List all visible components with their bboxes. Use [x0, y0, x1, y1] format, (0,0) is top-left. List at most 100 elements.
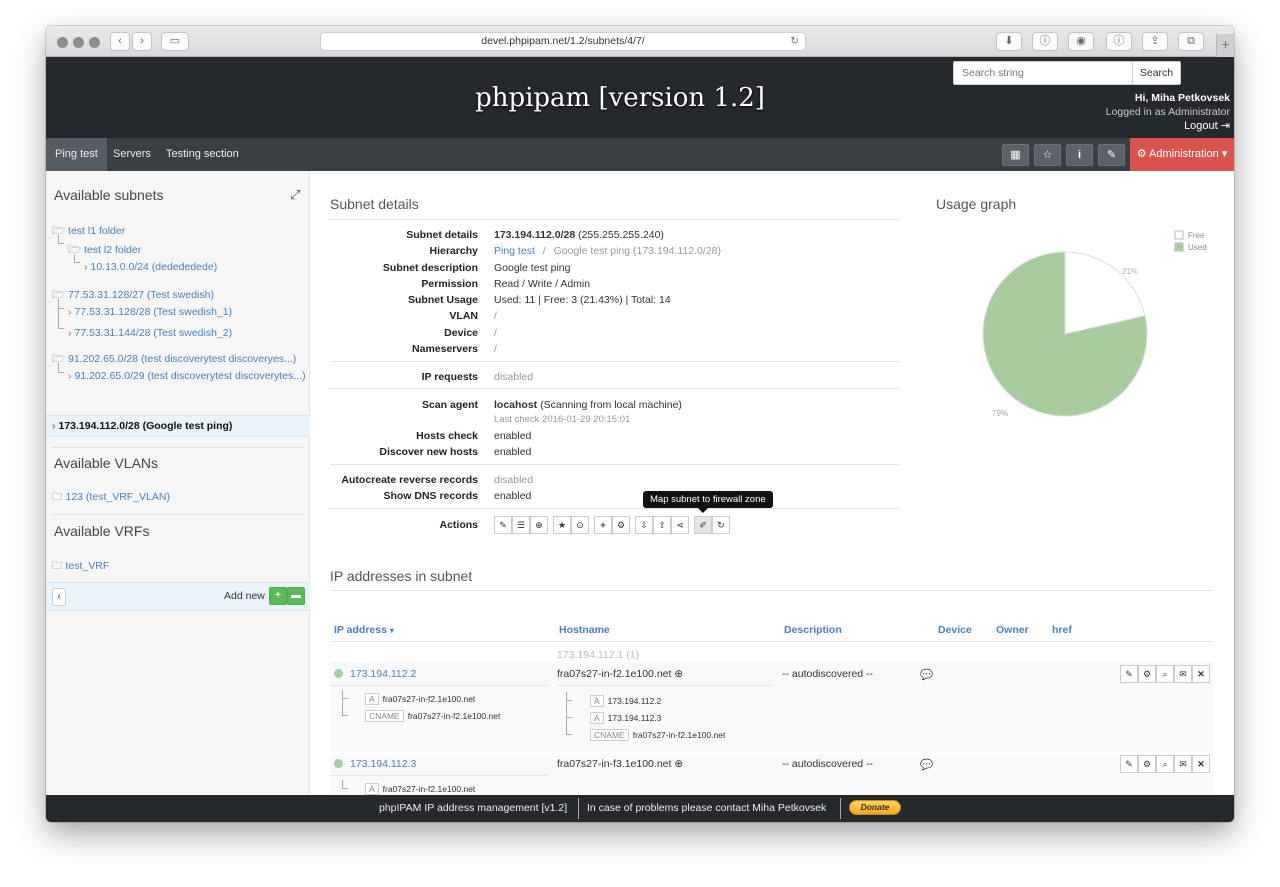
- tree-connector: [342, 699, 348, 716]
- detail-value-nameservers: /: [494, 343, 497, 355]
- col-description[interactable]: Description: [784, 624, 842, 636]
- delete-ip-icon[interactable]: ✕: [1192, 665, 1210, 683]
- edit-ip-icon[interactable]: ✎: [1120, 755, 1138, 773]
- sidebar-vlan-123[interactable]: 🗀 123 (test_VRF_VLAN): [52, 489, 170, 507]
- sidebar-subnet-10-13[interactable]: › 10.13.0.0/24 (dedededede): [84, 261, 217, 273]
- add-dns-icon[interactable]: ⊕: [674, 668, 683, 680]
- address-bar[interactable]: devel.phpipam.net/1.2/subnets/4/7/ ↻: [320, 32, 806, 51]
- search-icon[interactable]: ⌕: [1156, 665, 1174, 683]
- app-header: phpipam [version 1.2] Search Hi, Miha Pe…: [46, 57, 1234, 138]
- col-href[interactable]: href: [1052, 624, 1072, 636]
- subnet-permissions-icon[interactable]: ☰: [512, 516, 530, 534]
- close-window-button[interactable]: [57, 37, 68, 48]
- sidebar-subnet-77-53-144[interactable]: › 77.53.31.144/28 (Test swedish_2): [68, 327, 232, 339]
- refresh-icon[interactable]: ↻: [712, 516, 730, 534]
- new-tab-icon[interactable]: +: [1216, 34, 1234, 57]
- collapse-sidebar-button[interactable]: ‹: [52, 588, 66, 606]
- user-role: Logged in as Administrator: [1105, 106, 1230, 118]
- delete-ip-icon[interactable]: ✕: [1192, 755, 1210, 773]
- favourite-icon[interactable]: ★: [553, 516, 571, 534]
- tree-connector: [342, 780, 348, 789]
- col-hostname[interactable]: Hostname: [559, 624, 610, 636]
- hierarchy-link[interactable]: Ping test: [494, 245, 535, 257]
- sidebar-subnet-91-202-28[interactable]: 🗁 91.202.65.0/28 (test discoverytest disc…: [52, 351, 296, 369]
- sidebar-vrf-test[interactable]: 🗀 test_VRF: [52, 558, 109, 576]
- detail-label: Device: [444, 327, 478, 339]
- ip-settings-icon[interactable]: ⚙: [1138, 665, 1156, 683]
- available-vrfs-heading: Available VRFs: [54, 523, 150, 539]
- col-ip-address[interactable]: IP address ▾: [334, 624, 394, 636]
- detail-value-vlan: /: [494, 310, 497, 322]
- logout-link[interactable]: Logout ⇥: [1106, 119, 1230, 133]
- ip-address-link[interactable]: 173.194.112.2: [350, 668, 416, 680]
- back-icon[interactable]: ‹: [110, 32, 130, 51]
- comment-icon[interactable]: 💬: [920, 668, 933, 681]
- add-dns-icon[interactable]: ⊕: [674, 758, 683, 770]
- tools-icon[interactable]: ✎: [1098, 144, 1125, 166]
- detail-label: Autocreate reverse records: [341, 474, 478, 486]
- mail-icon[interactable]: ✉: [1174, 755, 1192, 773]
- search-icon[interactable]: ⌕: [1156, 755, 1174, 773]
- hostname: fra07s27-in-f3.1e100.net ⊕: [557, 758, 684, 770]
- mail-icon[interactable]: ✉: [1174, 665, 1192, 683]
- favourites-icon[interactable]: ☆: [1034, 144, 1061, 166]
- download-icon[interactable]: ⬇: [996, 32, 1022, 51]
- row-actions: ✎ ⚙ ⌕ ✉ ✕: [1120, 665, 1212, 683]
- firewall-zone-icon[interactable]: ✐: [694, 516, 712, 534]
- legend-used-swatch: [1174, 242, 1184, 252]
- main-content: Subnet details Subnet details 173.194.11…: [310, 171, 1234, 799]
- sidebar-subnet-77-53-27[interactable]: 🗁 77.53.31.128/27 (Test swedish): [52, 287, 214, 305]
- scan-subnet-icon[interactable]: ⚙: [612, 516, 630, 534]
- zoom-window-button[interactable]: [89, 37, 100, 48]
- divider: [330, 219, 900, 220]
- col-owner[interactable]: Owner: [996, 624, 1029, 636]
- footer-contact: In case of problems please contact Miha …: [587, 802, 827, 814]
- nav-item-testing-section[interactable]: Testing section: [157, 138, 248, 171]
- minimize-window-button[interactable]: [73, 37, 84, 48]
- search-button[interactable]: Search: [1132, 62, 1180, 84]
- tabs-icon[interactable]: ⧉: [1178, 32, 1204, 51]
- scan-status-icon[interactable]: ⊙: [571, 516, 589, 534]
- sidebar-subnet-91-202-29[interactable]: › 91.202.65.0/29 (test discoverytest disc…: [68, 370, 306, 382]
- administration-menu[interactable]: ⚙ Administration ▾: [1130, 138, 1234, 171]
- free-gap-row[interactable]: 173.194.112.1 (1): [557, 649, 639, 661]
- col-device[interactable]: Device: [938, 624, 972, 636]
- sidebar-toggle-icon[interactable]: ▭: [161, 32, 189, 51]
- dashboard-icon[interactable]: ▦: [1002, 144, 1029, 166]
- divider: [52, 514, 304, 515]
- extension-icon[interactable]: ⓘ: [1032, 32, 1058, 51]
- divider: [578, 798, 579, 819]
- search-box: Search: [953, 61, 1181, 85]
- edit-subnet-icon[interactable]: ✎: [494, 516, 512, 534]
- add-subnet-button[interactable]: +: [269, 587, 287, 605]
- sidebar-subnet-77-53-128[interactable]: › 77.53.31.128/28 (Test swedish_1): [68, 306, 232, 318]
- share-icon[interactable]: ⇪: [1142, 32, 1168, 51]
- divider: [330, 508, 900, 509]
- add-folder-button[interactable]: ▬: [287, 587, 305, 605]
- export-icon[interactable]: ⇧: [653, 516, 671, 534]
- comment-icon[interactable]: 💬: [920, 758, 933, 771]
- add-ip-icon[interactable]: ⊕: [530, 516, 548, 534]
- donate-button[interactable]: Donate: [849, 800, 901, 815]
- shield-icon[interactable]: ◉: [1068, 32, 1094, 51]
- info-icon[interactable]: i: [1066, 144, 1093, 166]
- edit-ip-icon[interactable]: ✎: [1120, 665, 1138, 683]
- expand-icon[interactable]: ⤢: [290, 187, 300, 203]
- firewall-zone-tooltip: Map subnet to firewall zone: [643, 491, 773, 513]
- import-icon[interactable]: ⇩: [635, 516, 653, 534]
- search-input[interactable]: [954, 62, 1134, 84]
- forward-icon[interactable]: ›: [132, 32, 152, 51]
- ip-settings-icon[interactable]: ⚙: [1138, 755, 1156, 773]
- sidebar-subnet-173-194[interactable]: › 173.194.112.0/28 (Google test ping): [52, 420, 232, 432]
- nav-item-servers[interactable]: Servers: [104, 138, 160, 171]
- detail-label: Scan agent: [421, 399, 478, 411]
- status-online-icon: [334, 759, 343, 768]
- share-subnet-icon[interactable]: ⋖: [671, 516, 689, 534]
- info-icon[interactable]: ⓘ: [1106, 32, 1132, 51]
- chevron-right-icon: ›: [68, 306, 72, 318]
- nav-item-ping-test[interactable]: Ping test: [46, 138, 107, 171]
- reload-icon[interactable]: ↻: [790, 33, 799, 50]
- ip-address-link[interactable]: 173.194.112.3: [350, 758, 416, 770]
- used-percent-label: 79%: [992, 409, 1008, 418]
- add-address-icon[interactable]: +: [594, 516, 612, 534]
